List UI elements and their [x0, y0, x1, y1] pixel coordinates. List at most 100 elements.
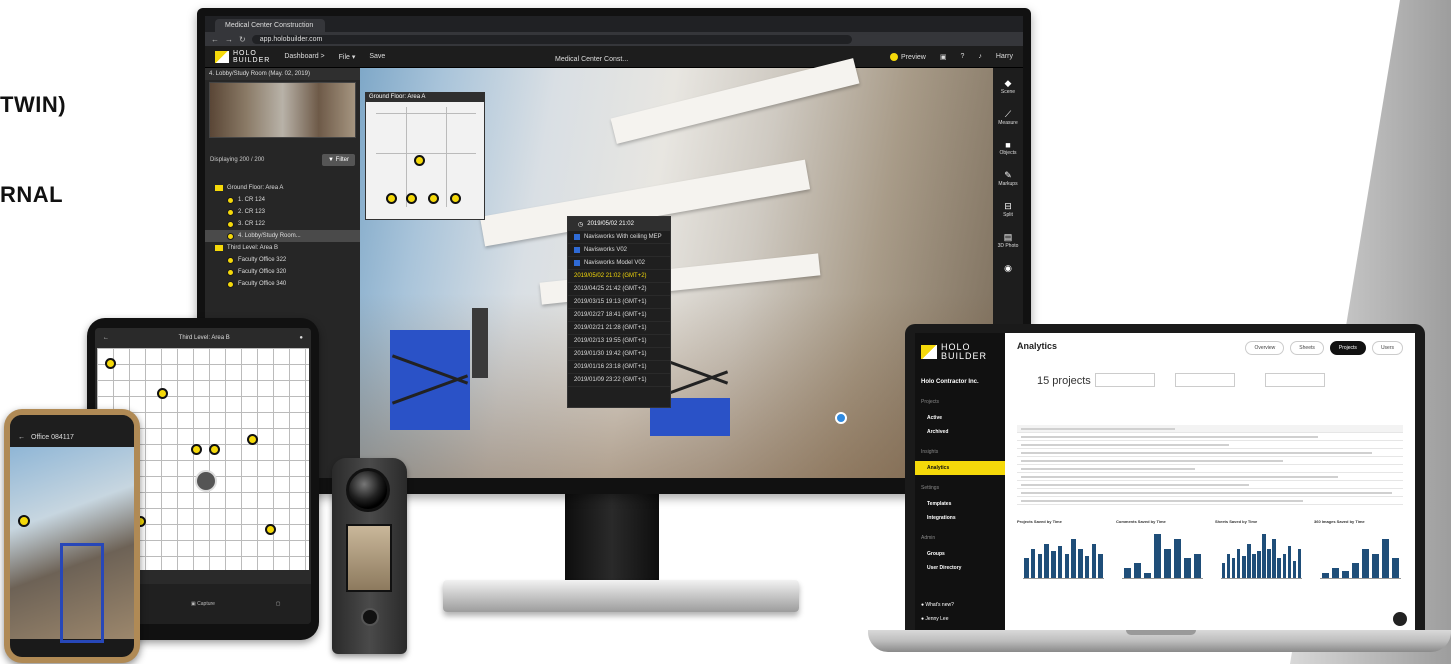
sidebar-item[interactable]: Archived	[921, 425, 999, 439]
capture-point-marker[interactable]	[265, 524, 276, 535]
tab-sheets[interactable]: Sheets	[1290, 341, 1324, 355]
tree-item[interactable]: 3. CR 122	[205, 218, 360, 230]
menu-file[interactable]: File ▾	[339, 53, 356, 61]
toolbar-bim[interactable]: ▤ 3D Photo	[998, 232, 1019, 249]
table-row[interactable]	[1017, 441, 1403, 449]
capture-point-marker[interactable]	[105, 358, 116, 369]
preview-button[interactable]: Preview	[889, 52, 926, 61]
sidebar-item[interactable]: Analytics	[915, 461, 1005, 475]
sidebar-item[interactable]: Integrations	[921, 511, 999, 525]
reload-icon[interactable]: ↻	[239, 35, 246, 44]
filter-dropdown[interactable]	[1265, 373, 1325, 387]
phone-360-photo[interactable]	[10, 447, 134, 643]
capture-point-marker[interactable]	[406, 193, 417, 204]
tablet-footer-right[interactable]: ▢	[276, 601, 281, 607]
timeline-date-row[interactable]: 2019/02/27 18:41 (GMT+1)	[568, 309, 670, 322]
filter-dropdown[interactable]	[1175, 373, 1235, 387]
holobuilder-logo[interactable]: HOLO BUILDER	[215, 50, 270, 64]
timeline-model-row[interactable]: Navisworks Model V02	[568, 257, 670, 270]
tablet-capture-button[interactable]: ▣ Capture	[191, 601, 215, 607]
tree-item[interactable]: Ground Floor: Area A	[205, 182, 360, 194]
capture-thumbnail[interactable]	[209, 82, 356, 138]
shutter-button[interactable]	[361, 608, 379, 626]
timeline-date-row[interactable]: 2019/05/02 21:02 (GMT+2)	[568, 270, 670, 283]
forward-icon[interactable]: →	[225, 35, 233, 44]
menu-dashboard[interactable]: Dashboard >	[284, 53, 324, 60]
tree-item[interactable]: Faculty Office 320	[205, 266, 360, 278]
timeline-date-row[interactable]: 2019/01/16 23:18 (GMT+1)	[568, 361, 670, 374]
table-row[interactable]	[1017, 473, 1403, 481]
capture-point-marker[interactable]	[209, 444, 220, 455]
table-row[interactable]	[1017, 457, 1403, 465]
timeline-dropdown[interactable]: ◷ 2019/05/02 21:02 Navisworks With ceili…	[567, 216, 671, 408]
chat-icon[interactable]: ▣	[940, 53, 947, 61]
sidebar-item[interactable]: Groups	[921, 547, 999, 561]
table-row[interactable]	[1017, 449, 1403, 457]
filter-dropdown[interactable]	[1095, 373, 1155, 387]
toolbar-scene[interactable]: ◆ Scene	[1001, 78, 1015, 95]
camera-icon[interactable]: ●	[299, 335, 303, 341]
toolbar-measure[interactable]: ⟋ Measure	[998, 109, 1017, 126]
filter-button[interactable]: ▼ Filter	[322, 154, 355, 166]
sidebar-item[interactable]: User Directory	[921, 561, 999, 575]
product-showcase: TWIN) RNAL Medical Center Construction ←…	[0, 0, 1451, 664]
tab-projects[interactable]: Projects	[1329, 341, 1366, 355]
bell-icon[interactable]: ♪	[978, 53, 982, 60]
timeline-date-row[interactable]: 2019/04/25 21:42 (GMT+2)	[568, 283, 670, 296]
toolbar-objects[interactable]: ■ Objects	[1000, 140, 1017, 156]
capture-point-marker[interactable]	[450, 193, 461, 204]
capture-point-marker[interactable]	[386, 193, 397, 204]
capture-point-marker[interactable]	[414, 155, 425, 166]
menu-save[interactable]: Save	[369, 53, 385, 60]
capture-point-marker[interactable]	[18, 515, 30, 527]
back-icon[interactable]: ←	[103, 335, 109, 341]
tree-item[interactable]: Faculty Office 340	[205, 278, 360, 290]
floorplan-minimap[interactable]	[365, 92, 485, 220]
table-row[interactable]	[1017, 425, 1403, 433]
toolbar-markups[interactable]: ✎ Markups	[998, 170, 1017, 187]
toolbar-more[interactable]: ◉	[1004, 263, 1012, 274]
user-profile-link[interactable]: ● Jenny Lee	[921, 616, 954, 622]
help-icon[interactable]: ?	[960, 53, 964, 60]
timeline-model-row[interactable]: Navisworks V02	[568, 244, 670, 257]
timeline-date-row[interactable]: 2019/02/13 19:55 (GMT+1)	[568, 335, 670, 348]
timeline-model-row[interactable]: Navisworks With ceiling MEP	[568, 231, 670, 244]
toolbar-split[interactable]: ⊟ Split	[1003, 201, 1013, 218]
whats-new-link[interactable]: ● What's new?	[921, 602, 954, 608]
timeline-date-row[interactable]: 2019/03/15 19:13 (GMT+1)	[568, 296, 670, 309]
table-row[interactable]	[1017, 481, 1403, 489]
tab-users[interactable]: Users	[1371, 341, 1403, 355]
holobuilder-logo[interactable]: HOLO BUILDER	[921, 343, 999, 361]
chart-bar	[1272, 538, 1276, 578]
timeline-date-row[interactable]: 2019/01/09 23:22 (GMT+1)	[568, 374, 670, 387]
tree-item[interactable]: Third Level: Area B	[205, 242, 360, 254]
table-row[interactable]	[1017, 497, 1403, 505]
table-row[interactable]	[1017, 489, 1403, 497]
capture-button[interactable]	[195, 470, 217, 492]
user-menu[interactable]: Harry	[996, 53, 1013, 60]
timeline-date-row[interactable]: 2019/02/21 21:28 (GMT+1)	[568, 322, 670, 335]
browser-tab[interactable]: Medical Center Construction	[215, 19, 325, 32]
navigation-arrow-icon[interactable]	[835, 412, 847, 424]
table-row[interactable]	[1017, 465, 1403, 473]
sidebar-item[interactable]: Active	[921, 411, 999, 425]
table-cell-placeholder	[1021, 443, 1230, 446]
tree-item[interactable]: Faculty Office 322	[205, 254, 360, 266]
table-row[interactable]	[1017, 433, 1403, 441]
tree-item[interactable]: 2. CR 123	[205, 206, 360, 218]
chart-bar	[1277, 558, 1281, 578]
sidebar-item[interactable]: Templates	[921, 497, 999, 511]
tree-item[interactable]: 1. CR 124	[205, 194, 360, 206]
capture-point-marker[interactable]	[191, 444, 202, 455]
address-bar[interactable]: app.holobuilder.com	[251, 34, 852, 44]
help-chat-icon[interactable]	[1393, 612, 1407, 626]
back-icon[interactable]: ←	[18, 434, 25, 441]
preview-icon	[889, 52, 898, 61]
capture-point-marker[interactable]	[247, 434, 258, 445]
tab-overview[interactable]: Overview	[1245, 341, 1285, 355]
tree-item[interactable]: 4. Lobby/Study Room...	[205, 230, 360, 242]
timeline-date-row[interactable]: 2019/01/30 19:42 (GMT+1)	[568, 348, 670, 361]
capture-point-marker[interactable]	[157, 388, 168, 399]
capture-point-marker[interactable]	[428, 193, 439, 204]
back-icon[interactable]: ←	[211, 35, 219, 44]
